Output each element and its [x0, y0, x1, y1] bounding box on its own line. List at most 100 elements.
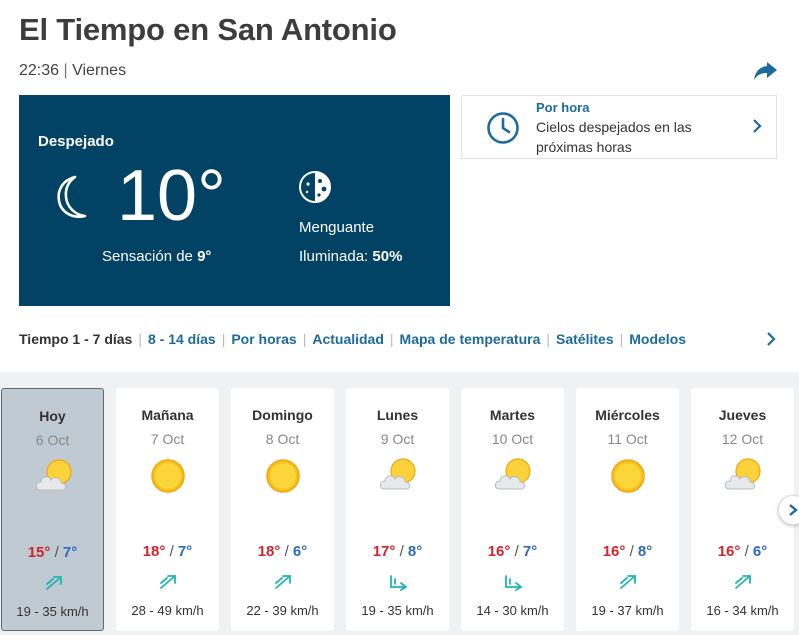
min-temp: 6° — [752, 543, 768, 560]
min-temp: 8° — [407, 543, 423, 560]
partly-cloudy-icon — [34, 457, 76, 502]
share-arrow-icon[interactable] — [752, 60, 778, 82]
hourly-title: Por hora — [536, 100, 590, 115]
feels-like: Sensación de 9° — [102, 248, 211, 265]
day-temperatures: 18° / 6° — [231, 543, 334, 560]
tabs-scroll-right-icon[interactable] — [766, 331, 776, 352]
day-date: 10 Oct — [491, 431, 534, 447]
wind-range: 16 - 34 km/h — [706, 603, 779, 618]
weekday-value: Viernes — [72, 62, 127, 79]
current-temperature: 10° — [117, 156, 226, 236]
tab-separator: | — [389, 331, 394, 347]
day-temperatures: 16° / 8° — [576, 543, 679, 560]
wind-east-icon — [388, 573, 410, 596]
wind-northeast-icon — [273, 573, 295, 596]
wind-range: 14 - 30 km/h — [476, 603, 549, 618]
moon-illumination: Iluminada: 50% — [299, 248, 402, 265]
temp-separator: / — [625, 543, 638, 560]
max-temp: 18° — [257, 543, 281, 560]
min-temp: 7° — [177, 543, 193, 560]
partly-cloudy-icon — [378, 456, 420, 501]
day-date: 11 Oct — [607, 431, 648, 447]
day-card-3[interactable]: Lunes 9 Oct 17° / 8° 19 - 35 km/h — [346, 388, 449, 631]
max-temp: 18° — [142, 543, 166, 560]
day-name: Martes — [489, 407, 536, 423]
wind-range: 28 - 49 km/h — [131, 603, 204, 618]
day-temperatures: 16° / 6° — [691, 543, 794, 560]
day-card-1[interactable]: Mañana 7 Oct 18° / 7° 28 - 49 km/h — [116, 388, 219, 631]
day-card-0[interactable]: Hoy 6 Oct 15° / 7° 19 - 35 km/h — [1, 388, 104, 631]
sun-icon — [608, 456, 648, 501]
crescent-moon-icon — [51, 173, 91, 228]
wind-range: 22 - 39 km/h — [246, 603, 319, 618]
max-temp: 16° — [717, 543, 741, 560]
tab-separator: | — [619, 331, 624, 347]
min-temp: 6° — [292, 543, 308, 560]
min-temp: 7° — [62, 544, 78, 561]
tab-news[interactable]: Actualidad — [312, 331, 384, 347]
temp-separator: / — [165, 543, 178, 560]
tab-separator: | — [546, 331, 551, 347]
tab-separator: | — [138, 331, 142, 347]
day-date: 7 Oct — [150, 431, 185, 447]
tab-satellites[interactable]: Satélites — [556, 331, 614, 347]
day-date: 6 Oct — [35, 432, 70, 448]
wind-east-icon — [503, 573, 525, 596]
illumination-value: 50% — [372, 248, 403, 265]
wind-northeast-icon — [733, 573, 755, 596]
partly-cloudy-icon — [723, 456, 765, 501]
temp-separator: / — [395, 543, 408, 560]
day-date: 9 Oct — [380, 431, 415, 447]
day-temperatures: 16° / 7° — [461, 543, 564, 560]
wind-northeast-icon — [44, 574, 66, 597]
min-temp: 7° — [522, 543, 538, 560]
current-time: 22:36 | Viernes — [19, 62, 126, 80]
wind-range: 19 - 35 km/h — [361, 603, 434, 618]
wind-range: 19 - 35 km/h — [16, 604, 89, 619]
daily-forecast-strip: Hoy 6 Oct 15° / 7° 19 - 35 km/h Mañana 7 Oct 1… — [0, 372, 799, 635]
day-temperatures: 17° / 8° — [346, 543, 449, 560]
day-temperatures: 15° / 7° — [2, 544, 103, 561]
day-date: 12 Oct — [721, 431, 764, 447]
day-name: Miércoles — [595, 407, 660, 423]
moon-phase: Menguante — [299, 219, 375, 236]
tab-1-7-days[interactable]: Tiempo 1 - 7 días — [19, 331, 132, 347]
wind-northeast-icon — [618, 573, 640, 596]
current-weather-card: Despejado 10° Sensación de 9° Menguante … — [19, 95, 450, 306]
tab-separator: | — [302, 331, 307, 347]
sun-icon — [148, 456, 188, 501]
day-name: Domingo — [252, 407, 313, 423]
min-temp: 8° — [637, 543, 653, 560]
temp-separator: / — [280, 543, 293, 560]
tab-models[interactable]: Modelos — [629, 331, 686, 347]
current-condition: Despejado — [38, 133, 114, 150]
wind-range: 19 - 37 km/h — [591, 603, 664, 618]
hourly-description: Cielos despejados en las próximas horas — [536, 119, 692, 155]
max-temp: 17° — [372, 543, 396, 560]
max-temp: 16° — [602, 543, 626, 560]
day-name: Jueves — [718, 407, 767, 423]
day-card-4[interactable]: Martes 10 Oct 16° / 7° 14 - 30 km/h — [461, 388, 564, 631]
tab-temperature-map[interactable]: Mapa de temperatura — [400, 331, 541, 347]
max-temp: 16° — [487, 543, 511, 560]
max-temp: 15° — [27, 544, 51, 561]
temp-separator: / — [740, 543, 753, 560]
tab-8-14-days[interactable]: 8 - 14 días — [148, 331, 216, 347]
time-separator: | — [63, 62, 68, 79]
day-temperatures: 18° / 7° — [116, 543, 219, 560]
moon-phase-icon — [298, 170, 332, 209]
temp-separator: / — [50, 544, 63, 561]
partly-cloudy-icon — [493, 456, 535, 501]
time-value: 22:36 — [19, 62, 60, 79]
tab-hourly[interactable]: Por horas — [231, 331, 296, 347]
feels-like-label: Sensación de — [102, 248, 193, 265]
hourly-forecast-card[interactable]: Por hora Cielos despejados en las próxim… — [461, 95, 777, 159]
wind-northeast-icon — [158, 573, 180, 596]
chevron-right-icon — [752, 118, 762, 139]
clock-icon — [486, 111, 520, 150]
temp-separator: / — [510, 543, 523, 560]
day-name: Hoy — [39, 408, 66, 424]
day-card-2[interactable]: Domingo 8 Oct 18° / 6° 22 - 39 km/h — [231, 388, 334, 631]
day-card-5[interactable]: Miércoles 11 Oct 16° / 8° 19 - 37 km/h — [576, 388, 679, 631]
day-name: Lunes — [376, 407, 419, 423]
